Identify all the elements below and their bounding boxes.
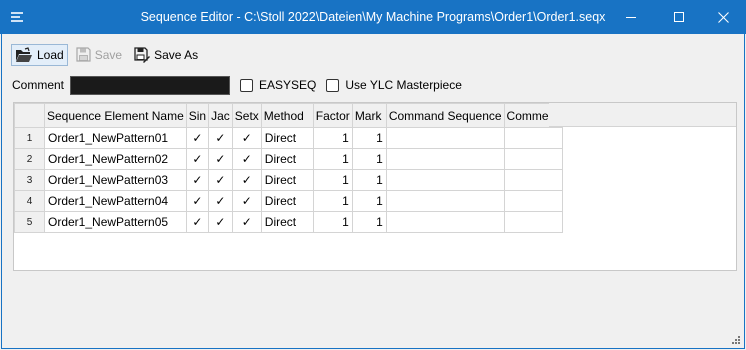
maximize-button[interactable] <box>656 0 702 34</box>
command-sequence-cell[interactable] <box>385 148 505 170</box>
jac-cell[interactable]: ✓ <box>208 127 233 149</box>
method-cell[interactable]: Direct <box>260 127 314 149</box>
jac-cell[interactable]: ✓ <box>208 211 233 233</box>
sin-cell[interactable]: ✓ <box>185 148 210 170</box>
close-icon <box>717 11 729 23</box>
sequence-table: Sequence Element Name Sin Jac Setx Metho… <box>14 103 563 233</box>
resize-grip-icon[interactable] <box>731 335 741 345</box>
command-sequence-cell[interactable] <box>385 127 505 149</box>
col-header-command-sequence[interactable]: Command Sequence <box>385 103 505 128</box>
name-cell[interactable]: Order1_NewPattern04 <box>44 190 187 212</box>
factor-cell[interactable]: 1 <box>312 211 353 233</box>
col-header-sin[interactable]: Sin <box>185 103 210 128</box>
comment-row: Comment EASYSEQ Use YLC Masterpiece <box>12 75 462 95</box>
setx-cell[interactable]: ✓ <box>231 169 262 191</box>
minimize-button[interactable] <box>608 0 654 34</box>
name-cell[interactable]: Order1_NewPattern02 <box>44 148 187 170</box>
setx-cell[interactable]: ✓ <box>231 190 262 212</box>
easyseq-label: EASYSEQ <box>259 78 317 92</box>
load-label: Load <box>37 47 64 62</box>
jac-cell[interactable]: ✓ <box>208 169 233 191</box>
table-row[interactable]: 1 Order1_NewPattern01 ✓ ✓ ✓ Direct 1 1 <box>14 127 563 149</box>
col-header-factor[interactable]: Factor <box>312 103 353 128</box>
ylc-masterpiece-label: Use YLC Masterpiece <box>345 78 462 92</box>
row-number[interactable]: 2 <box>14 148 45 170</box>
row-number[interactable]: 5 <box>14 211 45 233</box>
sin-cell[interactable]: ✓ <box>185 190 210 212</box>
mark-cell[interactable]: 1 <box>351 148 387 170</box>
grid-header-row: Sequence Element Name Sin Jac Setx Metho… <box>14 103 563 128</box>
save-label: Save <box>94 47 123 62</box>
name-cell[interactable]: Order1_NewPattern03 <box>44 169 187 191</box>
save-as-icon <box>134 46 151 63</box>
floppy-disk-icon <box>76 47 91 62</box>
setx-cell[interactable]: ✓ <box>231 148 262 170</box>
name-cell[interactable]: Order1_NewPattern01 <box>44 127 187 149</box>
ylc-masterpiece-checkbox[interactable] <box>326 78 340 92</box>
name-cell[interactable]: Order1_NewPattern05 <box>44 211 187 233</box>
close-button[interactable] <box>700 0 746 34</box>
table-row[interactable]: 5 Order1_NewPattern05 ✓ ✓ ✓ Direct 1 1 <box>14 211 563 233</box>
sin-cell[interactable]: ✓ <box>185 127 210 149</box>
method-cell[interactable]: Direct <box>260 169 314 191</box>
col-header-name[interactable]: Sequence Element Name <box>44 103 187 128</box>
sin-cell[interactable]: ✓ <box>185 211 210 233</box>
col-header-mark[interactable]: Mark <box>351 103 387 128</box>
comment-cell[interactable] <box>503 127 563 149</box>
mark-cell[interactable]: 1 <box>351 127 387 149</box>
col-header-setx[interactable]: Setx <box>231 103 262 128</box>
table-row[interactable]: 2 Order1_NewPattern02 ✓ ✓ ✓ Direct 1 1 <box>14 148 563 170</box>
mark-cell[interactable]: 1 <box>351 211 387 233</box>
setx-cell[interactable]: ✓ <box>231 211 262 233</box>
method-cell[interactable]: Direct <box>260 190 314 212</box>
row-header-corner[interactable] <box>14 103 45 128</box>
comment-cell[interactable] <box>503 190 563 212</box>
maximize-icon <box>674 12 684 22</box>
load-button[interactable]: Load <box>11 43 68 66</box>
minimize-icon <box>626 17 636 18</box>
sequence-grid[interactable]: Sequence Element Name Sin Jac Setx Metho… <box>13 102 737 271</box>
save-as-button[interactable]: Save As <box>130 44 202 66</box>
col-header-jac[interactable]: Jac <box>208 103 233 128</box>
jac-cell[interactable]: ✓ <box>208 190 233 212</box>
row-number[interactable]: 1 <box>14 127 45 149</box>
save-button[interactable]: Save <box>72 44 126 66</box>
easyseq-checkbox[interactable] <box>240 78 254 92</box>
comment-cell[interactable] <box>503 169 563 191</box>
command-sequence-cell[interactable] <box>385 190 505 212</box>
command-sequence-cell[interactable] <box>385 169 505 191</box>
ylc-checkbox-row[interactable]: Use YLC Masterpiece <box>326 78 462 92</box>
command-sequence-cell[interactable] <box>385 211 505 233</box>
row-number[interactable]: 4 <box>14 190 45 212</box>
method-cell[interactable]: Direct <box>260 211 314 233</box>
factor-cell[interactable]: 1 <box>312 169 353 191</box>
row-number[interactable]: 3 <box>14 169 45 191</box>
window-content: Load Save Save As Comment EASYSEQ Use YL… <box>1 34 745 349</box>
table-row[interactable]: 3 Order1_NewPattern03 ✓ ✓ ✓ Direct 1 1 <box>14 169 563 191</box>
table-row[interactable]: 4 Order1_NewPattern04 ✓ ✓ ✓ Direct 1 1 <box>14 190 563 212</box>
sin-cell[interactable]: ✓ <box>185 169 210 191</box>
factor-cell[interactable]: 1 <box>312 190 353 212</box>
method-cell[interactable]: Direct <box>260 148 314 170</box>
factor-cell[interactable]: 1 <box>312 148 353 170</box>
easyseq-checkbox-row[interactable]: EASYSEQ <box>240 78 316 92</box>
col-header-method[interactable]: Method <box>260 103 314 128</box>
jac-cell[interactable]: ✓ <box>208 148 233 170</box>
factor-cell[interactable]: 1 <box>312 127 353 149</box>
toolbar: Load Save Save As <box>11 43 206 66</box>
save-as-label: Save As <box>154 47 199 62</box>
comment-cell[interactable] <box>503 148 563 170</box>
mark-cell[interactable]: 1 <box>351 190 387 212</box>
title-bar: Sequence Editor - C:\Stoll 2022\Dateien\… <box>0 0 746 34</box>
comment-label: Comment <box>12 78 65 92</box>
mark-cell[interactable]: 1 <box>351 169 387 191</box>
comment-cell[interactable] <box>503 211 563 233</box>
comment-input[interactable] <box>70 75 231 95</box>
folder-open-icon <box>16 46 32 62</box>
grid-header-filler <box>549 103 736 127</box>
setx-cell[interactable]: ✓ <box>231 127 262 149</box>
